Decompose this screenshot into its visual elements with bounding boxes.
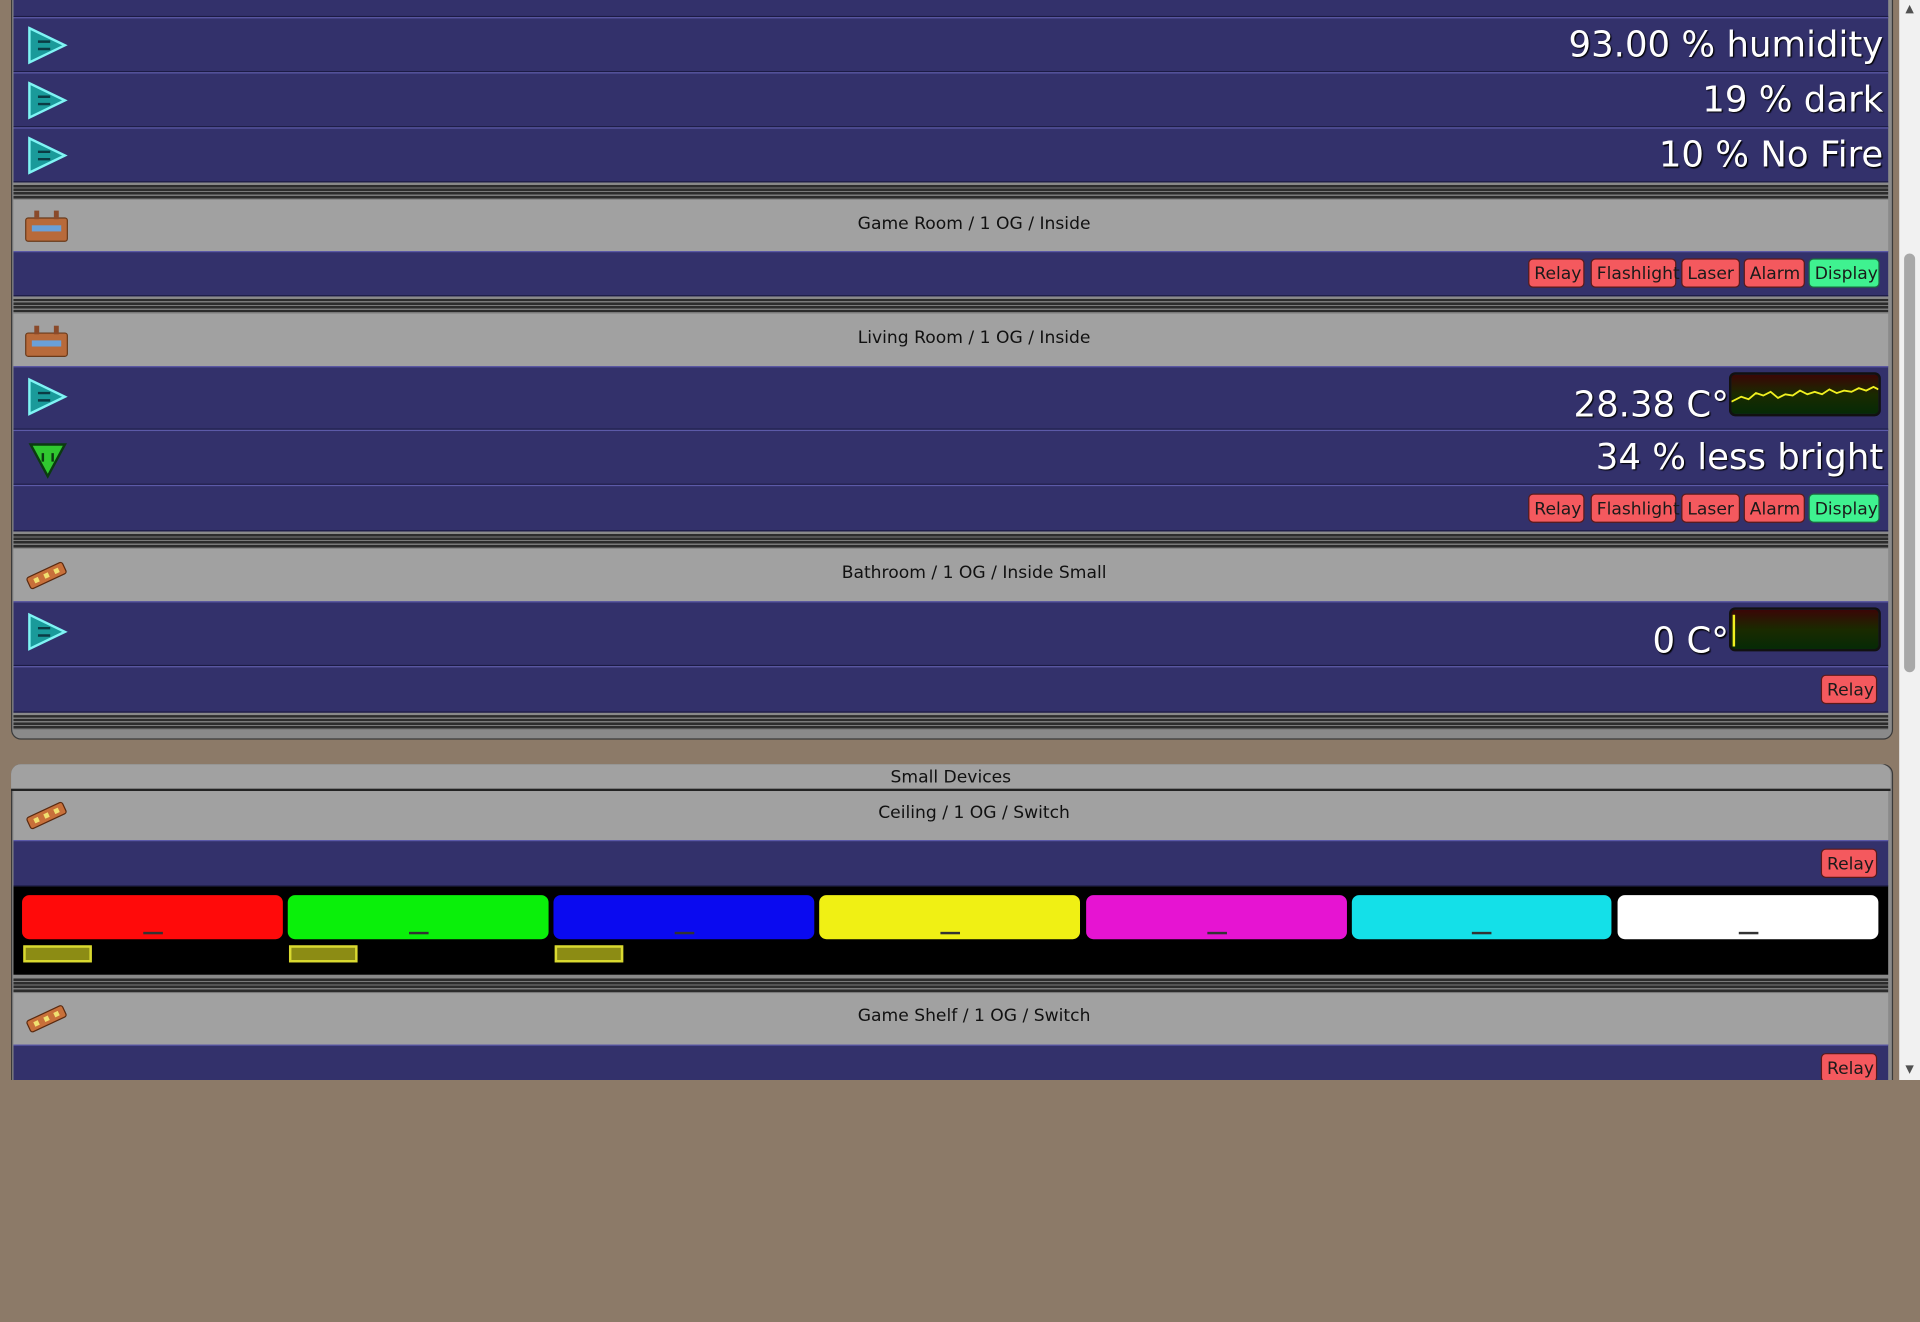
relay-button[interactable]: Relay: [1820, 1053, 1878, 1081]
device-title: Ceiling / 1 OG / Switch: [878, 803, 1070, 823]
alarm-button[interactable]: Alarm: [1743, 493, 1805, 523]
device-header-ceiling: Ceiling / 1 OG / Switch: [13, 791, 1889, 841]
level-indicator: [554, 945, 624, 963]
scroll-down-icon[interactable]: ▼: [1899, 1060, 1920, 1080]
sensor-row-partial: [13, 0, 1889, 18]
display-button[interactable]: Display: [1808, 493, 1880, 523]
flashlight-button[interactable]: Flashlight: [1590, 258, 1680, 288]
divider: [13, 978, 1889, 994]
color-button-blue[interactable]: [553, 895, 815, 940]
room-header-game-room: Game Room / 1 OG / Inside: [13, 199, 1889, 252]
level-indicator: [288, 945, 358, 963]
section-title: Small Devices: [11, 764, 1891, 792]
relay-button[interactable]: Relay: [1528, 493, 1585, 523]
temperature-value: 28.38 C°: [1573, 383, 1729, 425]
alarm-button[interactable]: Alarm: [1743, 258, 1805, 288]
room-title: Game Room / 1 OG / Inside: [857, 214, 1091, 234]
laser-button[interactable]: Laser: [1681, 493, 1741, 523]
laser-button[interactable]: Laser: [1681, 258, 1741, 288]
room-title: Bathroom / 1 OG / Inside Small: [841, 563, 1107, 583]
sensor-row-humidity[interactable]: 93.00 % humidity: [13, 17, 1889, 73]
humidity-value: 93.00 % humidity: [1568, 23, 1884, 65]
living-room-controls: Relay Flashlight Laser Alarm Display: [13, 484, 1889, 532]
temperature-sparkline: [1728, 607, 1881, 652]
color-button-red[interactable]: [22, 895, 283, 940]
collapse-arrow-icon[interactable]: [26, 440, 70, 479]
color-button-magenta[interactable]: [1086, 895, 1347, 940]
brightness-value: 34 % less bright: [1595, 435, 1884, 478]
divider: [13, 184, 1889, 200]
sensor-row-fire[interactable]: 10 % No Fire: [13, 127, 1889, 183]
scroll-up-icon[interactable]: ▲: [1899, 0, 1920, 20]
sensor-row-dark[interactable]: 19 % dark: [13, 72, 1889, 128]
relay-button[interactable]: Relay: [1820, 674, 1878, 705]
temperature-sparkline: [1728, 372, 1881, 417]
device-header-game-shelf: Game Shelf / 1 OG / Switch: [13, 993, 1889, 1045]
level-indicator: [23, 945, 92, 963]
expand-arrow-icon[interactable]: [26, 377, 70, 416]
bathroom-controls: Relay: [13, 666, 1889, 713]
divider: [13, 533, 1889, 549]
game-shelf-controls: Relay: [13, 1044, 1889, 1081]
dashboard: 93.00 % humidity 19 % dark 10 % No Fire …: [0, 0, 1920, 1081]
display-button[interactable]: Display: [1808, 258, 1880, 288]
device-title: Game Shelf / 1 OG / Switch: [857, 1006, 1091, 1027]
color-selector: [13, 886, 1889, 975]
room-title: Living Room / 1 OG / Inside: [857, 328, 1091, 348]
ceiling-controls: Relay: [13, 840, 1889, 887]
sensor-row-brightness[interactable]: 34 % less bright: [13, 429, 1889, 485]
scrollbar-thumb[interactable]: [1904, 253, 1916, 673]
game-room-controls: Relay Flashlight Laser Alarm Display: [13, 251, 1889, 297]
flashlight-button[interactable]: Flashlight: [1590, 493, 1680, 523]
expand-arrow-icon[interactable]: [26, 81, 70, 120]
page-scrollbar[interactable]: ▲ ▼: [1899, 0, 1920, 1081]
relay-button[interactable]: Relay: [1820, 848, 1878, 878]
color-button-cyan[interactable]: [1351, 895, 1612, 940]
sensor-row-temperature[interactable]: 28.38 C°: [13, 366, 1889, 430]
color-button-yellow[interactable]: [819, 895, 1081, 940]
room-header-living-room: Living Room / 1 OG / Inside: [13, 313, 1889, 367]
temperature-value: 0 C°: [1652, 619, 1729, 662]
expand-arrow-icon[interactable]: [26, 136, 70, 175]
fire-value: 10 % No Fire: [1658, 133, 1884, 176]
relay-button[interactable]: Relay: [1528, 258, 1585, 288]
room-header-bathroom: Bathroom / 1 OG / Inside Small: [13, 548, 1889, 602]
expand-arrow-icon[interactable]: [26, 612, 70, 651]
divider: [13, 715, 1889, 730]
sensor-row-temperature[interactable]: 0 C°: [13, 601, 1889, 667]
darkness-value: 19 % dark: [1702, 78, 1884, 121]
app-root: 93.00 % humidity 19 % dark 10 % No Fire …: [0, 0, 1920, 1322]
divider: [13, 298, 1889, 314]
color-button-green[interactable]: [287, 895, 549, 940]
expand-arrow-icon[interactable]: [26, 26, 70, 65]
color-button-white[interactable]: [1617, 895, 1879, 940]
